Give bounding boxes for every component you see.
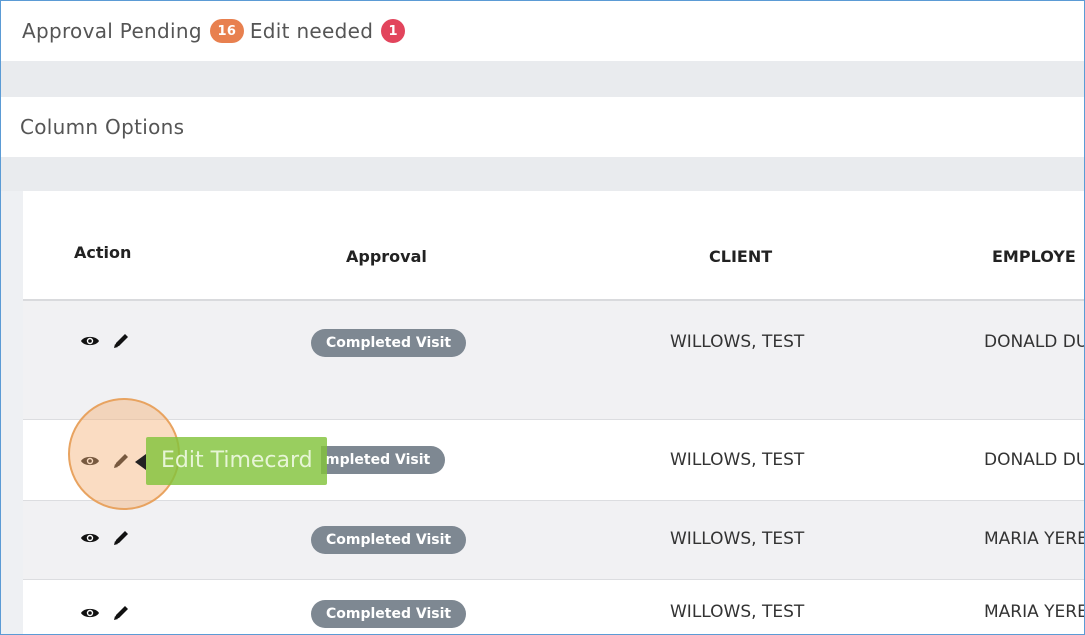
edit-timecard-tooltip: Edit Timecard: [146, 437, 327, 485]
header-approval[interactable]: Approval: [346, 247, 427, 266]
pencil-icon[interactable]: [112, 529, 130, 547]
header-action: Action: [74, 243, 132, 262]
edit-needed-filter[interactable]: Edit needed 1: [250, 19, 411, 43]
header-client[interactable]: CLIENT: [709, 247, 772, 266]
approval-pending-filter[interactable]: Approval Pending 16: [22, 19, 250, 43]
status-badge: Completed Visit: [311, 600, 467, 628]
column-options-label: Column Options: [20, 115, 185, 139]
status-bar: Approval Pending 16 Edit needed 1: [1, 1, 1084, 61]
approval-pending-label: Approval Pending: [22, 19, 202, 43]
header-employee[interactable]: EMPLOYE: [992, 247, 1076, 266]
eye-icon[interactable]: [80, 334, 100, 348]
client-cell: WILLOWS, TEST: [670, 332, 805, 352]
client-cell: WILLOWS, TEST: [670, 529, 805, 549]
status-badge: mpleted Visit: [321, 446, 446, 474]
pencil-icon[interactable]: [112, 332, 130, 350]
edit-needed-count-badge: 1: [381, 19, 406, 43]
table-row: Completed Visit WILLOWS, TEST MARIA YERE: [23, 580, 1085, 634]
employee-cell: DONALD DU: [984, 450, 1085, 470]
tooltip-arrow: [135, 454, 146, 470]
column-options-toggle[interactable]: Column Options: [1, 97, 1084, 157]
status-badge: Completed Visit: [311, 526, 467, 554]
timecard-table: Action Approval CLIENT EMPLOYE Completed…: [23, 191, 1085, 634]
section-divider: [1, 157, 1084, 191]
table-row: Completed Visit WILLOWS, TEST DONALD DU: [23, 301, 1085, 420]
employee-cell: DONALD DU: [984, 332, 1085, 352]
pencil-icon[interactable]: [112, 604, 130, 622]
edit-needed-label: Edit needed: [249, 19, 374, 43]
client-cell: WILLOWS, TEST: [670, 450, 805, 470]
section-divider: [1, 61, 1084, 97]
eye-icon[interactable]: [80, 606, 100, 620]
employee-cell: MARIA YERE: [984, 529, 1085, 549]
status-badge: Completed Visit: [311, 329, 467, 357]
table-header: Action Approval CLIENT EMPLOYE: [23, 191, 1084, 301]
app-frame: Approval Pending 16 Edit needed 1 Column…: [0, 0, 1085, 635]
client-cell: WILLOWS, TEST: [670, 602, 805, 622]
eye-icon[interactable]: [80, 531, 100, 545]
table-row: Completed Visit WILLOWS, TEST MARIA YERE: [23, 501, 1085, 580]
approval-pending-count-badge: 16: [209, 19, 244, 43]
employee-cell: MARIA YERE: [984, 602, 1085, 622]
